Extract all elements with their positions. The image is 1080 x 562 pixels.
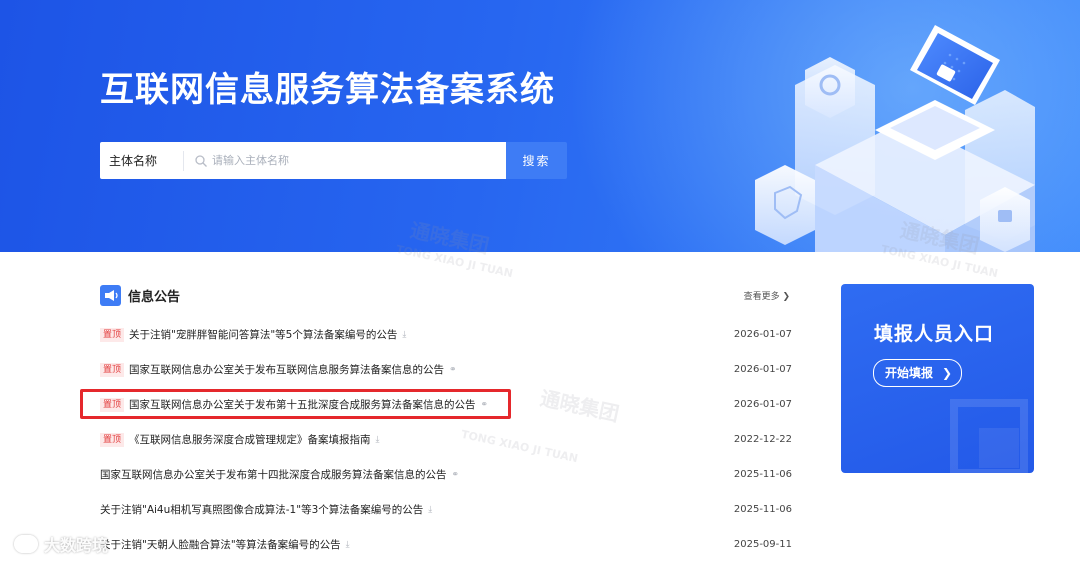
brand-logo-icon <box>14 535 38 553</box>
notice-item[interactable]: 国家互联网信息办公室关于发布第十四批深度合成服务算法备案信息的公告 ⚭ 2025-1… <box>100 457 792 492</box>
notice-item[interactable]: 关于注销"天朝人脸融合算法"等算法备案编号的公告 ⤓ 2025-09-11 <box>100 527 792 562</box>
corner-watermark: 大数跨境 <box>14 532 108 556</box>
search-bar: 主体名称 搜索 <box>100 142 567 179</box>
pinned-badge: 置顶 <box>100 362 125 377</box>
search-icon <box>195 154 207 167</box>
chevron-right-icon: ❯ <box>941 366 953 380</box>
view-more-link[interactable]: 查看更多 ❯ <box>744 289 790 302</box>
notice-item[interactable]: 关于注销"Ai4u相机写真照图像合成算法-1"等3个算法备案编号的公告 ⤓ 2025… <box>100 492 792 527</box>
notice-date: 2025-11-06 <box>733 504 792 515</box>
notice-list: 置顶 关于注销"宠胖胖智能问答算法"等5个算法备案编号的公告 ⤓ 2026-01-07… <box>100 317 792 562</box>
page-title: 互联网信息服务算法备案系统 <box>100 70 555 110</box>
notice-date: 2025-09-11 <box>733 539 792 550</box>
hero-illustration <box>755 25 1035 252</box>
notice-title[interactable]: 关于注销"天朝人脸融合算法"等算法备案编号的公告 <box>100 537 341 552</box>
notice-section-title: 信息公告 <box>128 290 181 305</box>
notice-title[interactable]: 关于注销"宠胖胖智能问答算法"等5个算法备案编号的公告 <box>129 327 397 342</box>
download-icon: ⤓ <box>345 539 350 550</box>
search-input[interactable] <box>208 144 504 177</box>
view-more-label[interactable]: 查看更多 <box>744 292 780 302</box>
search-type-label[interactable]: 主体名称 <box>100 150 184 171</box>
notice-item[interactable]: 置顶 《互联网信息服务深度合成管理规定》备案填报指南 ⤓ 2022-12-22 <box>100 422 792 457</box>
notice-date: 2025-11-06 <box>733 469 792 480</box>
notice-item[interactable]: 置顶 关于注销"宠胖胖智能问答算法"等5个算法备案编号的公告 ⤓ 2026-01-07 <box>100 317 792 352</box>
corner-watermark-label: 大数跨境 <box>44 536 109 555</box>
download-icon: ⤓ <box>375 434 380 445</box>
link-icon: ⚭ <box>451 469 460 480</box>
entry-card: 填报人员入口 开始填报 ❯ <box>841 284 1034 473</box>
red-highlight-annotation <box>80 389 511 419</box>
start-filling-button[interactable]: 开始填报 ❯ <box>873 359 963 387</box>
notice-section-header: 信息公告 查看更多 ❯ <box>100 285 790 307</box>
pinned-badge: 置顶 <box>100 432 125 447</box>
pinned-badge: 置顶 <box>100 327 125 342</box>
card-decoration <box>950 399 1028 473</box>
header-banner: 互联网信息服务算法备案系统 主体名称 搜索 <box>0 0 1080 252</box>
notice-title[interactable]: 国家互联网信息办公室关于发布互联网信息服务算法备案信息的公告 <box>129 362 444 377</box>
notice-date: 2022-12-22 <box>733 434 792 445</box>
search-button[interactable]: 搜索 <box>506 142 567 179</box>
notice-date: 2026-01-07 <box>733 399 792 410</box>
notice-title[interactable]: 关于注销"Ai4u相机写真照图像合成算法-1"等3个算法备案编号的公告 <box>100 502 423 517</box>
notice-item[interactable]: 置顶 国家互联网信息办公室关于发布互联网信息服务算法备案信息的公告 ⚭ 2026-01… <box>100 352 792 387</box>
entry-card-title: 填报人员入口 <box>874 323 995 345</box>
notice-title[interactable]: 国家互联网信息办公室关于发布第十四批深度合成服务算法备案信息的公告 <box>100 467 447 482</box>
start-filling-label[interactable]: 开始填报 <box>885 366 933 380</box>
notice-title[interactable]: 《互联网信息服务深度合成管理规定》备案填报指南 <box>129 432 371 447</box>
notice-date: 2026-01-07 <box>733 329 792 340</box>
notice-date: 2026-01-07 <box>733 364 792 375</box>
megaphone-icon <box>100 285 121 306</box>
download-icon: ⤓ <box>428 504 433 515</box>
chevron-right-icon: ❯ <box>782 292 790 302</box>
search-field: 主体名称 <box>100 142 506 179</box>
download-icon: ⤓ <box>402 329 407 340</box>
link-icon: ⚭ <box>449 364 457 375</box>
